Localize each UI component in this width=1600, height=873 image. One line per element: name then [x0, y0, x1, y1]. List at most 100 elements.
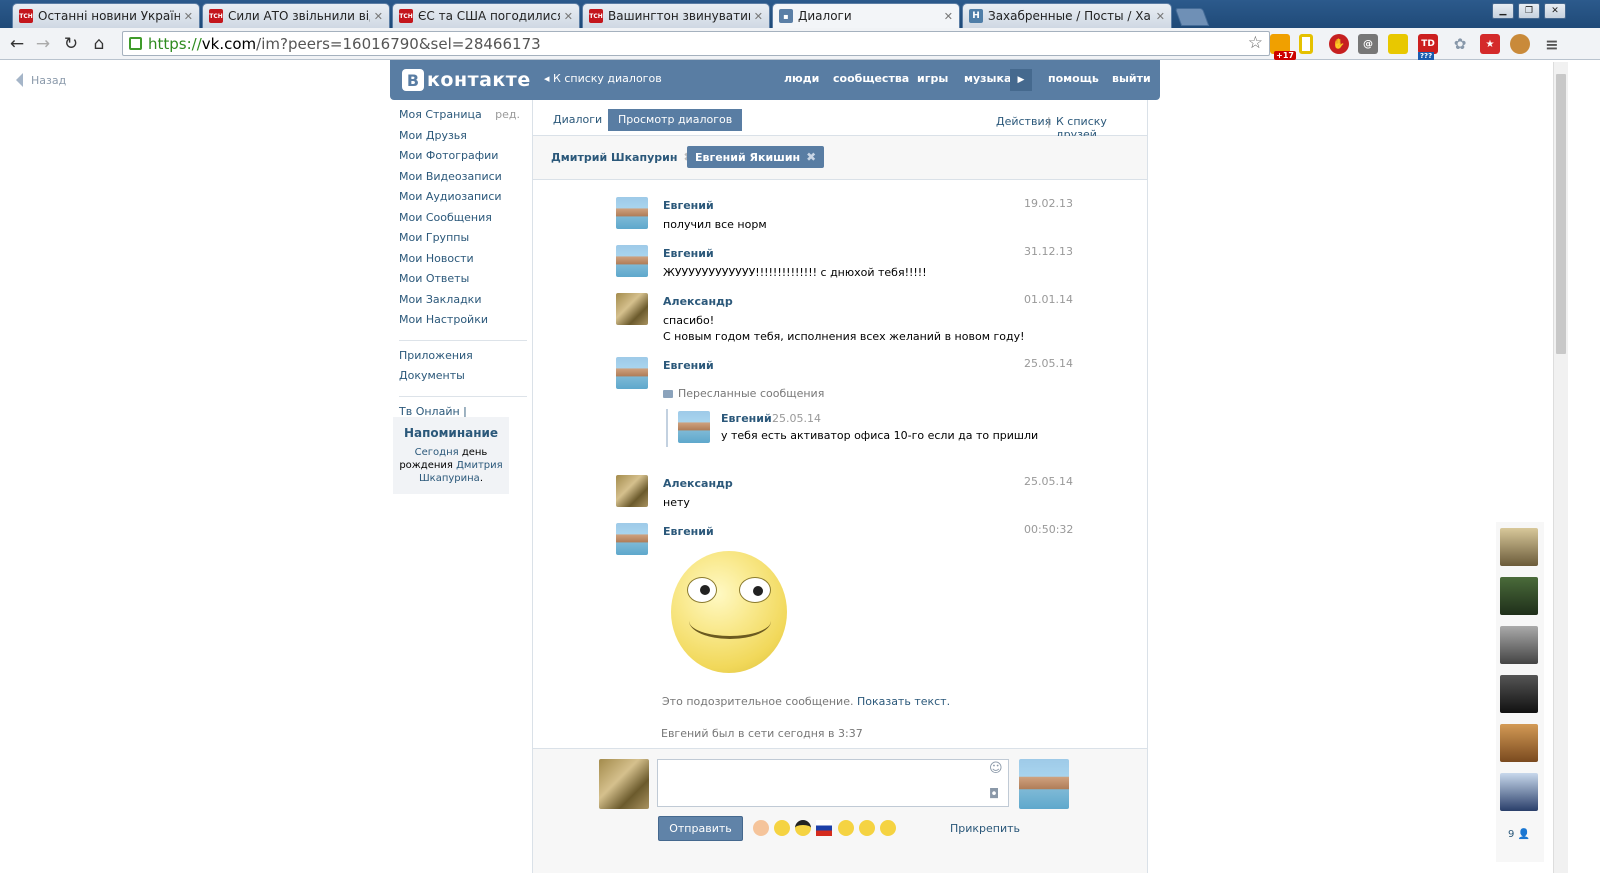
mail-icon[interactable]: @	[1358, 34, 1378, 54]
new-tab-button[interactable]	[1174, 8, 1210, 26]
hand-emoji-icon[interactable]	[753, 820, 769, 836]
nav-communities[interactable]: сообщества	[833, 72, 909, 85]
bookmark-extension-icon[interactable]	[1299, 34, 1313, 54]
browser-tab[interactable]: ТСН Сили АТО звільнили від т ✕	[202, 3, 390, 28]
weather-extension-icon[interactable]: +17	[1270, 34, 1296, 60]
sidebar-item-photos[interactable]: Мои Фотографии	[399, 149, 527, 170]
nav-people[interactable]: люди	[784, 72, 819, 85]
attach-button[interactable]: Прикрепить	[950, 822, 1020, 835]
avatar[interactable]	[616, 293, 648, 325]
tab-view-dialogs[interactable]: Просмотр диалогов	[608, 109, 743, 131]
smile-icon[interactable]: ☺	[989, 761, 1003, 776]
avatar[interactable]	[616, 475, 648, 507]
sidebar-item-bookmarks[interactable]: Мои Закладки	[399, 293, 527, 314]
russia-flag-icon[interactable]	[816, 820, 832, 836]
browser-tab[interactable]: ТСН ЄС та США погодилися п ✕	[392, 3, 580, 28]
my-avatar[interactable]	[599, 759, 649, 809]
close-icon[interactable]: ✖	[806, 150, 816, 164]
friend-avatar[interactable]	[1500, 626, 1538, 664]
avatar[interactable]	[616, 245, 648, 277]
show-text-link[interactable]: Показать текст.	[857, 695, 950, 708]
grin-emoji-icon[interactable]	[774, 820, 790, 836]
play-icon[interactable]: ▶	[1010, 69, 1032, 91]
menu-icon[interactable]: ≡	[1542, 34, 1562, 54]
minimize-button[interactable]: ▁	[1492, 3, 1514, 19]
avatar[interactable]	[616, 357, 648, 389]
browser-tab[interactable]: ТСН Останні новини України. ✕	[12, 3, 200, 28]
browser-tab-active[interactable]: ▪ Диалоги ✕	[772, 3, 960, 28]
forwarded-author[interactable]: Евгений	[721, 412, 772, 425]
close-icon[interactable]: ✕	[944, 10, 953, 23]
restore-button[interactable]: ❐	[1518, 3, 1540, 19]
sidebar-item-settings[interactable]: Мои Настройки	[399, 313, 527, 334]
sidebar-item-news[interactable]: Мои Новости	[399, 252, 527, 273]
edit-link[interactable]: ред.	[495, 108, 520, 121]
star-icon[interactable]: ☆	[1248, 33, 1263, 53]
message-author[interactable]: Евгений	[663, 199, 714, 212]
sidebar-item-my-page[interactable]: Моя Страница ред.	[399, 108, 527, 129]
message-date[interactable]: 25.05.14	[1024, 475, 1073, 488]
message-date[interactable]: 19.02.13	[1024, 197, 1073, 210]
wink-emoji-icon[interactable]	[880, 820, 896, 836]
page-scrollbar[interactable]	[1553, 62, 1568, 873]
close-icon[interactable]: ✕	[564, 10, 573, 23]
sidebar-item-answers[interactable]: Мои Ответы	[399, 272, 527, 293]
message-date[interactable]: 00:50:32	[1024, 523, 1073, 536]
sunglasses-emoji-icon[interactable]	[795, 820, 811, 836]
laugh-emoji-icon[interactable]	[838, 820, 854, 836]
avatar[interactable]	[616, 523, 648, 555]
reload-icon[interactable]: ↻	[60, 33, 82, 55]
peer-tab[interactable]: Дмитрий Шкапурин✖	[543, 146, 701, 168]
message-input[interactable]	[657, 759, 1009, 807]
address-bar[interactable]: https://vk.com/im?peers=16016790&sel=284…	[122, 31, 1270, 56]
sidebar-item-groups[interactable]: Мои Группы	[399, 231, 527, 252]
peer-tab-active[interactable]: Евгений Якишин ✖	[687, 146, 825, 168]
paw-icon[interactable]: ✿	[1450, 34, 1470, 54]
cookie-icon[interactable]	[1510, 34, 1530, 54]
friend-avatar[interactable]	[1500, 724, 1538, 762]
message-author[interactable]: Александр	[663, 295, 733, 308]
avatar[interactable]	[616, 197, 648, 229]
message-date[interactable]: 25.05.14	[1024, 357, 1073, 370]
nav-help[interactable]: помощь	[1048, 72, 1099, 85]
avatar[interactable]	[678, 411, 710, 443]
td-extension-icon[interactable]: TD???	[1418, 34, 1438, 60]
sidebar-item-apps[interactable]: Приложения	[399, 349, 527, 370]
close-window-button[interactable]: ✕	[1544, 3, 1566, 19]
friend-avatar[interactable]	[1500, 528, 1538, 566]
peer-avatar[interactable]	[1019, 759, 1069, 809]
back-to-dialogs-link[interactable]: ◂ К списку диалогов	[544, 72, 662, 85]
vk-logo[interactable]: Вконтакте	[402, 69, 531, 91]
nav-games[interactable]: игры	[917, 72, 948, 85]
message-author[interactable]: Евгений	[663, 525, 714, 538]
forward-arrow-icon[interactable]: →	[32, 33, 54, 55]
pocket-icon[interactable]: ★	[1480, 34, 1500, 54]
friend-avatar[interactable]	[1500, 577, 1538, 615]
notes-extension-icon[interactable]	[1388, 34, 1408, 54]
message-author[interactable]: Евгений	[663, 247, 714, 260]
message-author[interactable]: Евгений	[663, 359, 714, 372]
close-icon[interactable]: ✕	[754, 10, 763, 23]
close-icon[interactable]: ✕	[1156, 10, 1165, 23]
sidebar-item-documents[interactable]: Документы	[399, 369, 527, 390]
back-arrow-icon[interactable]: ←	[6, 33, 28, 55]
message-date[interactable]: 31.12.13	[1024, 245, 1073, 258]
scrollbar-thumb[interactable]	[1556, 74, 1566, 354]
blush-emoji-icon[interactable]	[859, 820, 875, 836]
browser-tab[interactable]: ТСН Вашингтон звинуватив Р ✕	[582, 3, 770, 28]
sidebar-item-audio[interactable]: Мои Аудиозаписи	[399, 190, 527, 211]
today-link[interactable]: Сегодня	[415, 447, 459, 458]
sidebar-item-videos[interactable]: Мои Видеозаписи	[399, 170, 527, 191]
message-author[interactable]: Александр	[663, 477, 733, 490]
sidebar-item-friends[interactable]: Мои Друзья	[399, 129, 527, 150]
friends-count[interactable]: 9 👤	[1508, 829, 1530, 840]
sidebar-item-messages[interactable]: Мои Сообщения	[399, 211, 527, 232]
browser-tab[interactable]: H Захабренные / Посты / Ха ✕	[962, 3, 1172, 28]
friend-avatar[interactable]	[1500, 773, 1538, 811]
home-icon[interactable]: ⌂	[88, 33, 110, 55]
close-icon[interactable]: ✕	[184, 10, 193, 23]
friend-avatar[interactable]	[1500, 675, 1538, 713]
tab-dialogs[interactable]: Диалоги	[543, 109, 612, 131]
close-icon[interactable]: ✕	[374, 10, 383, 23]
message-date[interactable]: 01.01.14	[1024, 293, 1073, 306]
